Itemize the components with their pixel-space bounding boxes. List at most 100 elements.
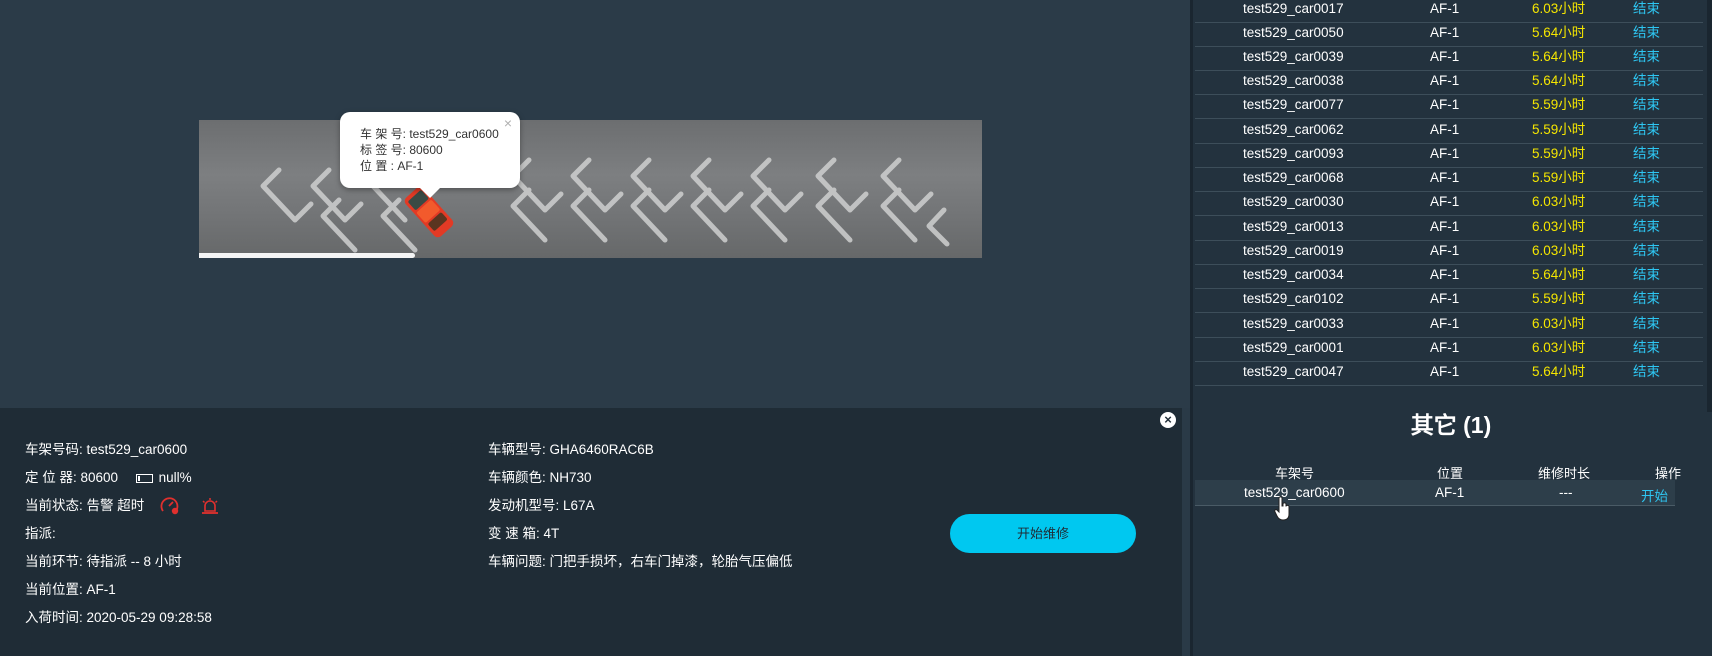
status-row: 当前状态: 告警 超时	[25, 492, 220, 520]
table-row[interactable]: test529_car0019 AF-1 6.03小时 结束	[1195, 238, 1703, 265]
row-position: AF-1	[1430, 49, 1460, 64]
popup-location: 位 置 : AF-1	[360, 159, 424, 173]
table-row[interactable]: test529_car0062 AF-1 5.59小时 结束	[1195, 117, 1703, 144]
current-status: 当前状态: 告警 超时	[25, 498, 145, 513]
frame-number: 车架号码: test529_car0600	[25, 442, 188, 457]
table-row[interactable]: test529_car0047 AF-1 5.64小时 结束	[1195, 359, 1703, 386]
row-position: AF-1	[1430, 340, 1460, 355]
row-duration: 5.59小时	[1532, 97, 1586, 112]
row-end-link[interactable]: 结束	[1633, 313, 1660, 335]
vehicle-color: 车辆颜色: NH730	[488, 470, 592, 485]
row-duration: 5.64小时	[1532, 73, 1586, 88]
lot-progress-bar	[199, 253, 415, 258]
table-row[interactable]: test529_car0030 AF-1 6.03小时 结束	[1195, 189, 1703, 216]
row-end-link[interactable]: 结束	[1633, 0, 1660, 20]
row-end-link[interactable]: 结束	[1633, 70, 1660, 92]
row-position: AF-1	[1430, 291, 1460, 306]
row-end-link[interactable]: 结束	[1633, 216, 1660, 238]
table-row[interactable]: test529_car0033 AF-1 6.03小时 结束	[1195, 311, 1703, 338]
gearbox: 变 速 箱: 4T	[488, 526, 560, 541]
detail-close-icon[interactable]: ×	[1160, 412, 1176, 428]
table-row[interactable]: test529_car0093 AF-1 5.59小时 结束	[1195, 141, 1703, 168]
table-row[interactable]: test529_car0034 AF-1 5.64小时 结束	[1195, 262, 1703, 289]
row-frame: test529_car0102	[1243, 291, 1344, 306]
row-end-link[interactable]: 结束	[1633, 167, 1660, 189]
row-end-link[interactable]: 结束	[1633, 337, 1660, 359]
popup-close-icon[interactable]: ×	[504, 115, 512, 131]
row-frame: test529_car0050	[1243, 25, 1344, 40]
table-row[interactable]: test529_car0039 AF-1 5.64小时 结束	[1195, 44, 1703, 71]
row-duration: 6.03小时	[1532, 340, 1586, 355]
row-position: AF-1	[1430, 122, 1460, 137]
other-section-title: 其它 (1)	[1410, 412, 1492, 438]
row-position: AF-1	[1430, 25, 1460, 40]
detail-middle-column: 车辆型号: GHA6460RAC6B 车辆颜色: NH730 发动机型号: L6…	[488, 436, 793, 576]
battery-level: null%	[158, 470, 192, 485]
row-frame: test529_car0017	[1243, 1, 1344, 16]
detail-left-column: 车架号码: test529_car0600 定 位 器: 80600 null%…	[25, 436, 220, 632]
row-end-link[interactable]: 结束	[1633, 22, 1660, 44]
row-frame: test529_car0068	[1243, 170, 1344, 185]
table-row[interactable]: test529_car0001 AF-1 6.03小时 结束	[1195, 335, 1703, 362]
row-end-link[interactable]: 结束	[1633, 240, 1660, 262]
row-end-link[interactable]: 结束	[1633, 143, 1660, 165]
row-position: AF-1	[1430, 97, 1460, 112]
row-frame: test529_car0047	[1243, 364, 1344, 379]
table-row[interactable]: test529_car0038 AF-1 5.64小时 结束	[1195, 68, 1703, 95]
row-position: AF-1	[1430, 267, 1460, 282]
table-row[interactable]: test529_car0102 AF-1 5.59小时 结束	[1195, 286, 1703, 313]
right-panel-scrollbar[interactable]	[1707, 0, 1712, 412]
row-frame: test529_car0038	[1243, 73, 1344, 88]
row-end-link[interactable]: 结束	[1633, 94, 1660, 116]
row-end-link[interactable]: 结束	[1633, 119, 1660, 141]
table-row[interactable]: test529_car0077 AF-1 5.59小时 结束	[1195, 92, 1703, 119]
row-frame: test529_car0013	[1243, 219, 1344, 234]
row-duration: 5.59小时	[1532, 146, 1586, 161]
row-end-link[interactable]: 结束	[1633, 264, 1660, 286]
assign-row: 指派:	[25, 526, 56, 541]
row-position: AF-1	[1430, 364, 1460, 379]
battery-icon	[135, 473, 153, 483]
parking-lot-drawing	[260, 157, 950, 253]
vehicle-model: 车辆型号: GHA6460RAC6B	[488, 442, 654, 457]
table-row[interactable]: test529_car0600 AF-1 --- 开始	[1195, 480, 1675, 506]
current-stage: 当前环节: 待指派 -- 8 小时	[25, 554, 182, 569]
row-position: AF-1	[1430, 219, 1460, 234]
entry-time: 入荷时间: 2020-05-29 09:28:58	[25, 610, 212, 625]
row-end-link[interactable]: 结束	[1633, 361, 1660, 383]
engine-model: 发动机型号: L67A	[488, 498, 595, 513]
row-frame: test529_car0077	[1243, 97, 1344, 112]
row-position: AF-1	[1430, 146, 1460, 161]
row-end-link[interactable]: 结束	[1633, 288, 1660, 310]
row-frame: test529_car0600	[1244, 485, 1345, 500]
table-row[interactable]: test529_car0050 AF-1 5.64小时 结束	[1195, 20, 1703, 47]
row-duration: 5.64小时	[1532, 267, 1586, 282]
start-repair-button[interactable]: 开始维修	[950, 514, 1136, 553]
row-duration: 6.03小时	[1532, 219, 1586, 234]
vehicle-issue: 车辆问题: 门把手损坏，右车门掉漆，轮胎气压偏低	[488, 554, 793, 569]
row-frame: test529_car0019	[1243, 243, 1344, 258]
row-duration: 5.59小时	[1532, 291, 1586, 306]
row-duration: 5.59小时	[1532, 122, 1586, 137]
popup-frame-number: 车 架 号: test529_car0600	[360, 127, 499, 141]
row-frame: test529_car0039	[1243, 49, 1344, 64]
alarm-siren-icon	[201, 498, 218, 515]
parking-lot-image[interactable]	[199, 120, 982, 258]
car-info-popup: × 车 架 号: test529_car0600 标 签 号: 80600 位 …	[340, 112, 520, 198]
table-row[interactable]: test529_car0068 AF-1 5.59小时 结束	[1195, 165, 1703, 192]
row-duration: 5.64小时	[1532, 25, 1586, 40]
locator-number: 定 位 器: 80600	[25, 470, 119, 485]
popup-tag-number: 标 签 号: 80600	[360, 143, 443, 157]
row-end-link[interactable]: 结束	[1633, 191, 1660, 213]
row-position: AF-1	[1435, 485, 1465, 500]
row-position: AF-1	[1430, 243, 1460, 258]
row-end-link[interactable]: 结束	[1633, 46, 1660, 68]
row-duration: 6.03小时	[1532, 194, 1586, 209]
table-row[interactable]: test529_car0013 AF-1 6.03小时 结束	[1195, 214, 1703, 241]
hand-cursor-icon	[1274, 496, 1290, 521]
row-duration: 6.03小时	[1532, 316, 1586, 331]
row-frame: test529_car0033	[1243, 316, 1344, 331]
row-frame: test529_car0034	[1243, 267, 1344, 282]
row-position: AF-1	[1430, 316, 1460, 331]
row-start-link[interactable]: 开始	[1641, 485, 1668, 505]
